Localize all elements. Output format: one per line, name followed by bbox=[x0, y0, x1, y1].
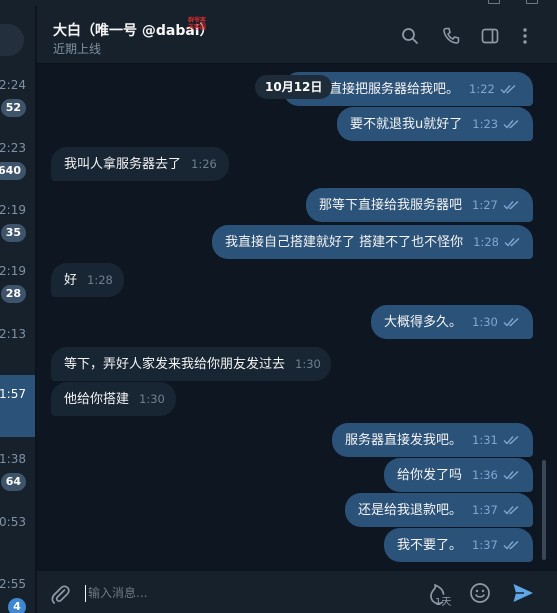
message-text: 等下，弄好人家发来我给你朋友发过去 bbox=[64, 357, 286, 372]
message-text: 直接把服务器给我吧。 bbox=[329, 82, 460, 97]
chat-list-item[interactable]: 0:53 bbox=[0, 505, 35, 567]
double-check-icon bbox=[503, 540, 519, 550]
scrollbar-thumb[interactable] bbox=[542, 460, 546, 560]
message-text: 给你发了吗 bbox=[397, 468, 463, 483]
unread-badge: 28 bbox=[0, 285, 26, 303]
chat-time: 2:24 bbox=[0, 78, 26, 92]
date-separator: 10月12日 bbox=[255, 75, 333, 99]
double-check-icon bbox=[500, 84, 516, 94]
last-seen-status: 近期上线 bbox=[53, 42, 102, 56]
stamp-badge: 群爷客 天客服 bbox=[187, 17, 206, 31]
message-outgoing[interactable]: 大概得多久。 1:30 bbox=[371, 305, 533, 339]
message-text: 我叫人拿服务器去了 bbox=[64, 157, 182, 172]
message-outgoing[interactable]: 要不就退我u就好了 1:23 bbox=[337, 107, 533, 141]
message-time: 1:26 bbox=[191, 157, 217, 171]
unread-badge: 4 bbox=[8, 598, 26, 613]
unread-badge: 35 bbox=[0, 224, 26, 242]
message-incoming[interactable]: 好 1:28 bbox=[51, 263, 124, 297]
message-text: 要不就退我u就好了 bbox=[350, 117, 463, 132]
chat-list-item-active[interactable]: 1:57 bbox=[0, 375, 35, 437]
message-outgoing[interactable]: 给你发了吗 1:36 bbox=[384, 458, 533, 492]
chat-time: 2:13 bbox=[0, 327, 26, 341]
chat-time: 2:19 bbox=[0, 203, 26, 217]
message-input[interactable] bbox=[88, 581, 388, 605]
message-outgoing[interactable]: 那等下直接给我服务器吧 1:27 bbox=[306, 188, 533, 222]
message-outgoing[interactable]: 服务器直接发我吧。 1:31 bbox=[332, 423, 533, 457]
emoji-icon[interactable] bbox=[469, 582, 491, 604]
send-icon[interactable] bbox=[511, 581, 535, 605]
message-time: 1:27 bbox=[472, 198, 498, 212]
message-time: 1:30 bbox=[295, 357, 321, 371]
message-time: 1:36 bbox=[472, 468, 498, 482]
message-text: 那等下直接给我服务器吧 bbox=[319, 198, 463, 213]
message-list: 直接把服务器给我吧。 1:22 10月12日 要不就退我u就好了 1:23 我叫人拿… bbox=[37, 65, 557, 570]
chat-list-item[interactable]: 2:23 640 bbox=[0, 131, 35, 193]
sidebar-icon[interactable] bbox=[480, 26, 500, 46]
message-incoming[interactable]: 等下，弄好人家发来我给你朋友发过去 1:30 bbox=[51, 347, 331, 381]
chat-time: 2:19 bbox=[0, 264, 26, 278]
message-time: 1:28 bbox=[473, 235, 499, 249]
unread-badge: 52 bbox=[0, 99, 26, 117]
message-text: 还是给我退款吧。 bbox=[358, 503, 463, 518]
double-check-icon bbox=[503, 505, 519, 515]
chat-header: 大白（唯一号 @dabai） 群爷客 天客服 近期上线 bbox=[37, 6, 557, 64]
message-text: 我不要了。 bbox=[397, 538, 463, 553]
message-composer: 1天 bbox=[37, 570, 557, 613]
close-window-icon[interactable] bbox=[526, 0, 538, 4]
chat-list-item[interactable]: 2:55 4 bbox=[0, 567, 35, 613]
double-check-icon bbox=[503, 200, 519, 210]
chat-list-item[interactable]: 2:19 35 bbox=[0, 193, 35, 255]
message-incoming[interactable]: 他给你搭建 1:30 bbox=[51, 382, 176, 416]
message-time: 1:37 bbox=[472, 538, 498, 552]
message-outgoing[interactable]: 我不要了。 1:37 bbox=[384, 528, 533, 562]
chat-list-item[interactable]: 1:38 64 bbox=[0, 442, 35, 504]
chat-list-item[interactable]: 2:13 bbox=[0, 317, 35, 379]
message-text: 好 bbox=[64, 273, 78, 288]
message-text: 服务器直接发我吧。 bbox=[345, 433, 463, 448]
double-check-icon bbox=[503, 119, 519, 129]
chat-time: 2:55 bbox=[0, 577, 26, 591]
message-time: 1:23 bbox=[472, 117, 499, 131]
message-incoming[interactable]: 我叫人拿服务器去了 1:26 bbox=[51, 147, 229, 181]
chat-time: 2:23 bbox=[0, 141, 26, 155]
message-time: 1:22 bbox=[469, 82, 495, 96]
chat-list-item[interactable]: 2:19 28 bbox=[0, 254, 35, 316]
paperclip-icon[interactable] bbox=[49, 583, 71, 605]
message-text: 大概得多久。 bbox=[384, 315, 463, 330]
message-time: 1:31 bbox=[472, 433, 498, 447]
double-check-icon bbox=[503, 317, 519, 327]
double-check-icon bbox=[503, 435, 519, 445]
timer-label: 1天 bbox=[435, 597, 452, 608]
more-icon[interactable] bbox=[515, 26, 535, 46]
unread-badge: 640 bbox=[0, 162, 26, 180]
message-outgoing[interactable]: 我直接自己搭建就好了 搭建不了也不怪你 1:28 bbox=[212, 225, 533, 259]
message-text: 他给你搭建 bbox=[64, 392, 130, 407]
double-check-icon bbox=[503, 470, 519, 480]
chat-time: 1:38 bbox=[0, 452, 26, 466]
message-text: 我直接自己搭建就好了 搭建不了也不怪你 bbox=[225, 235, 464, 250]
search-icon[interactable] bbox=[400, 26, 420, 46]
unread-badge: 64 bbox=[0, 473, 26, 491]
chat-list-item[interactable]: 2:24 52 bbox=[0, 68, 35, 130]
message-time: 1:28 bbox=[87, 273, 113, 287]
phone-icon[interactable] bbox=[441, 26, 461, 46]
message-time: 1:30 bbox=[139, 392, 165, 406]
message-outgoing[interactable]: 还是给我退款吧。 1:37 bbox=[345, 493, 533, 527]
message-time: 1:30 bbox=[472, 315, 498, 329]
chat-time: 0:53 bbox=[0, 515, 26, 529]
chat-search-field[interactable] bbox=[0, 24, 24, 56]
chat-list: 2:24 52 2:23 640 2:19 35 2:19 28 2:13 1:… bbox=[0, 6, 36, 613]
double-check-icon bbox=[504, 237, 520, 247]
maximize-icon[interactable] bbox=[488, 0, 500, 4]
message-time: 1:37 bbox=[472, 503, 498, 517]
text-caret bbox=[85, 585, 86, 602]
chat-time: 1:57 bbox=[0, 387, 26, 401]
